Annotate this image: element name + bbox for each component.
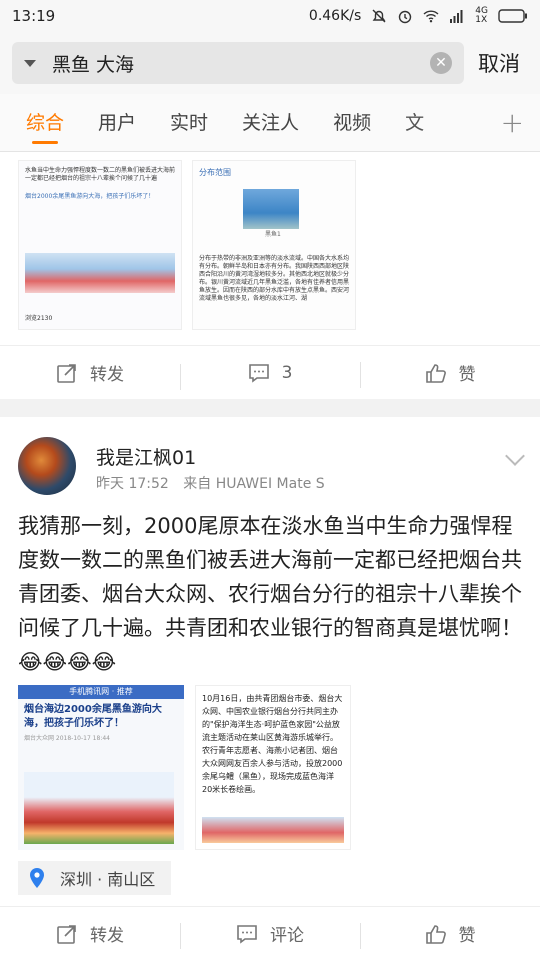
- search-tabs: 综合 用户 实时 关注人 视频 文 +: [0, 94, 540, 152]
- like-button[interactable]: 赞: [360, 360, 540, 388]
- image-subtitle: 烟台大众网 2018-10-17 18:44: [24, 735, 110, 742]
- like-label: 赞: [458, 926, 476, 946]
- post-card: 水鱼当中生命力强悍程度数一数二的黑鱼们被丢进大海前一定都已经把烟台的祖宗十八辈挨…: [0, 152, 540, 399]
- tab-video[interactable]: 视频: [333, 94, 371, 152]
- comment-icon: [248, 363, 269, 383]
- thumb-text: 水鱼当中生命力强悍程度数一数二的黑鱼们被丢进大海前一定都已经把烟台的祖宗十八辈挨…: [25, 167, 176, 182]
- status-icons: 0.46K/s 4G 1X: [309, 7, 528, 25]
- location-pin-icon: [30, 868, 44, 888]
- signal-icon: [450, 10, 463, 23]
- image-banner-photo: [202, 817, 344, 843]
- like-label: 赞: [458, 365, 476, 385]
- tab-following[interactable]: 关注人: [242, 94, 299, 152]
- post-image[interactable]: 水鱼当中生命力强悍程度数一数二的黑鱼们被丢进大海前一定都已经把烟台的祖宗十八辈挨…: [18, 160, 182, 330]
- search-bar: 黑鱼 大海 ✕ 取消: [0, 32, 540, 94]
- post-time: 昨天 17:52: [96, 476, 169, 492]
- comment-count: 3: [281, 362, 293, 383]
- search-query[interactable]: 黑鱼 大海: [52, 50, 430, 77]
- image-text: 10月16日，由共青团烟台市委、烟台大众网、中国农业银行烟台分行共同主办的"保护…: [202, 694, 343, 794]
- tab-users[interactable]: 用户: [98, 94, 136, 152]
- repost-icon: [57, 924, 76, 944]
- add-tab-icon[interactable]: +: [501, 94, 524, 152]
- mute-icon: [372, 9, 386, 23]
- repost-label: 转发: [90, 365, 124, 385]
- tab-articles[interactable]: 文: [405, 94, 424, 152]
- repost-button[interactable]: 转发: [0, 921, 180, 946]
- comment-icon: [237, 924, 257, 944]
- cancel-button[interactable]: 取消: [478, 48, 520, 78]
- signal-type: 4G 1X: [475, 6, 488, 25]
- thumb-body: 分布于热带的非洲及亚洲等的淡水流域。中国各大水系均有分布。朝鲜半岛和日本亦有分布…: [199, 255, 350, 302]
- post-image[interactable]: 手机腾讯网 · 推荐 烟台海边2000余尾黑鱼游向大海，把孩子们乐坏了！ 烟台大…: [18, 685, 184, 850]
- thumbs-up-icon: [425, 363, 446, 383]
- comment-button[interactable]: 评论: [180, 921, 360, 949]
- post-username[interactable]: 我是江枫01: [96, 443, 196, 470]
- thumb-fig-label: 黑鱼1: [265, 231, 281, 238]
- post-images: 水鱼当中生命力强悍程度数一数二的黑鱼们被丢进大海前一定都已经把烟台的祖宗十八辈挨…: [18, 160, 356, 330]
- status-time: 13:19: [12, 7, 56, 25]
- search-type-dropdown-icon[interactable]: [24, 59, 36, 67]
- thumbs-up-icon: [425, 924, 446, 944]
- thumb-caption: 烟台2000余尾黑鱼游向大海，把孩子们乐坏了！: [25, 193, 155, 200]
- image-title: 烟台海边2000余尾黑鱼游向大海，把孩子们乐坏了！: [24, 704, 162, 729]
- action-bar: 转发 3 赞: [0, 345, 540, 399]
- battery-icon: [498, 9, 527, 23]
- clear-search-button[interactable]: ✕: [430, 52, 452, 74]
- post-meta: 昨天 17:52 来自 HUAWEI Mate S: [96, 473, 335, 493]
- post-card: 我是江枫01 昨天 17:52 来自 HUAWEI Mate S 我猜那一刻，2…: [0, 417, 540, 960]
- image-header: 手机腾讯网 · 推荐: [18, 685, 184, 699]
- post-image[interactable]: 10月16日，由共青团烟台市委、烟台大众网、中国农业银行烟台分行共同主办的"保护…: [195, 685, 351, 850]
- comment-button[interactable]: 3: [180, 362, 360, 390]
- post-source: 来自 HUAWEI Mate S: [183, 476, 325, 492]
- thumb-sea-photo: [243, 189, 299, 229]
- location-label: 深圳 · 南山区: [60, 870, 156, 889]
- comment-label: 评论: [270, 926, 304, 946]
- post-body[interactable]: 我猜那一刻，2000尾原本在淡水鱼当中生命力强悍程度数一数二的黑鱼们被丢进大海前…: [18, 509, 524, 679]
- wifi-icon: [423, 10, 439, 23]
- tab-realtime[interactable]: 实时: [170, 94, 208, 152]
- tab-comprehensive[interactable]: 综合: [26, 94, 64, 152]
- alarm-icon: [399, 10, 412, 24]
- like-button[interactable]: 赞: [360, 921, 540, 949]
- thumb-views: 浏览2130: [25, 315, 53, 322]
- image-crowd-photo: [24, 772, 174, 844]
- action-bar: 转发 评论 赞: [0, 906, 540, 960]
- avatar[interactable]: [18, 437, 76, 495]
- status-bar: 13:19 0.46K/s 4G 1X: [0, 0, 540, 32]
- thumb-photo: [25, 253, 175, 293]
- search-input[interactable]: 黑鱼 大海 ✕: [12, 42, 464, 84]
- network-speed: 0.46K/s: [308, 8, 362, 24]
- location-tag[interactable]: 深圳 · 南山区: [18, 861, 172, 895]
- repost-icon: [57, 363, 76, 383]
- thumb-header: 分布范围: [199, 168, 231, 177]
- post-image[interactable]: 分布范围 黑鱼1 分布于热带的非洲及亚洲等的淡水流域。中国各大水系均有分布。朝鲜…: [192, 160, 356, 330]
- repost-label: 转发: [90, 926, 124, 946]
- chevron-down-icon[interactable]: [505, 446, 525, 466]
- repost-button[interactable]: 转发: [0, 360, 180, 385]
